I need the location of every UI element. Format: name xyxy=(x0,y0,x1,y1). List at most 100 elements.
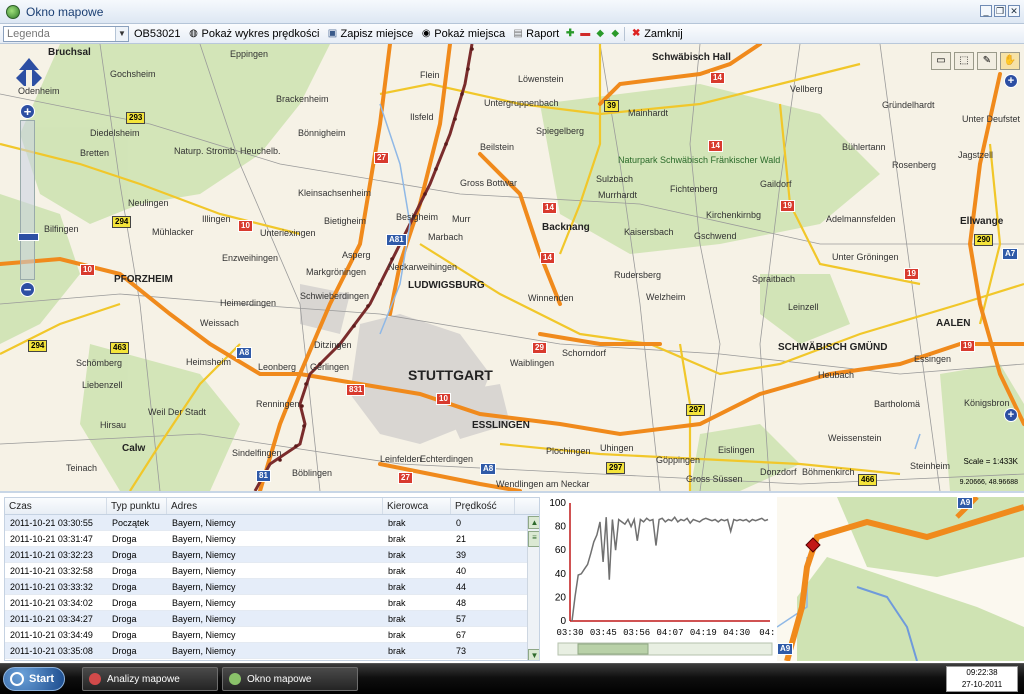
chart-y-tick-label: 60 xyxy=(555,545,567,556)
col-header-point-type[interactable]: Typ punktu xyxy=(107,498,167,514)
vehicle-id-label: OB53021 xyxy=(134,27,181,40)
vehicle-marker-icon[interactable] xyxy=(805,537,821,553)
map-city-label: ESSLINGEN xyxy=(472,420,530,431)
system-clock[interactable]: 09:22:38 27-10-2011 xyxy=(946,666,1018,692)
zoom-slider-thumb[interactable] xyxy=(18,233,39,241)
measure-icon[interactable]: ✎ xyxy=(977,52,997,70)
zoom-out-button[interactable]: − xyxy=(20,282,35,297)
cell-driver: brak xyxy=(388,645,406,656)
table-row[interactable]: 2011-10-21 03:34:49 Droga Bayern, Niemcy br… xyxy=(5,627,539,643)
col-header-speed[interactable]: Prędkość xyxy=(451,498,515,514)
map-town-label: Spiegelberg xyxy=(536,126,585,136)
taskbar-item-map-analysis[interactable]: Analizy mapowe xyxy=(82,667,218,691)
map-town-label: Neckarweihingen xyxy=(388,262,458,272)
map-city-label: Schwäbisch Hall xyxy=(652,52,731,63)
report-button[interactable]: ▤ Raport xyxy=(510,28,561,40)
map-town-label: Fichtenberg xyxy=(670,184,718,194)
cell-address: Bayern, Niemcy xyxy=(172,581,236,592)
cell-address: Bayern, Niemcy xyxy=(172,517,236,528)
map-town-label: Göppingen xyxy=(656,455,701,465)
select-rectangle-icon[interactable]: ▭ xyxy=(931,52,951,70)
table-row[interactable]: 2011-10-21 03:30:55 Początek Bayern, Niemc… xyxy=(5,515,539,531)
table-row[interactable]: 2011-10-21 03:34:27 Droga Bayern, Niemcy br… xyxy=(5,611,539,627)
clock-time: 09:22:38 xyxy=(966,668,998,677)
cell-point-type: Droga xyxy=(112,565,137,576)
scroll-up-icon[interactable]: ▲ xyxy=(528,516,539,529)
map-town-label: Kirchenkirnbg xyxy=(706,210,762,220)
table-scrollbar[interactable]: ▲ ≡ ▼ xyxy=(527,516,539,660)
road-shield: 14 xyxy=(708,140,723,152)
show-places-button[interactable]: ◉ Pokaż miejsca xyxy=(418,28,507,40)
add-icon[interactable]: ✚ xyxy=(564,28,576,40)
map-town-label: Böblingen xyxy=(292,468,333,478)
map-town-label: Donzdorf xyxy=(760,467,797,477)
save-place-button[interactable]: ▣ Zapisz miejsce xyxy=(324,28,415,40)
cell-time: 2011-10-21 03:34:02 xyxy=(10,597,93,608)
map-town-label: Murr xyxy=(452,214,471,224)
scroll-down-icon[interactable]: ▼ xyxy=(528,649,539,660)
app-globe-icon xyxy=(6,4,20,19)
map-town-label: Naturp. Stromb. Heuchelb. xyxy=(174,146,281,156)
road-shield: 10 xyxy=(436,393,451,405)
arrow-left-icon[interactable]: ◆ xyxy=(594,28,606,40)
road-shield: 293 xyxy=(126,112,146,124)
expand-panel-button[interactable]: + xyxy=(1004,408,1018,422)
map-town-label: Flein xyxy=(420,70,440,80)
map-town-label: Neulingen xyxy=(128,198,169,208)
chart-y-tick-label: 100 xyxy=(549,498,566,509)
cell-point-type: Droga xyxy=(112,597,137,608)
map-town-label: Illingen xyxy=(202,214,231,224)
table-row[interactable]: 2011-10-21 03:31:47 Droga Bayern, Niemcy br… xyxy=(5,531,539,547)
start-label: Start xyxy=(29,673,55,685)
col-header-address[interactable]: Adres xyxy=(167,498,383,514)
chart-y-tick-label: 80 xyxy=(555,522,567,533)
expand-panel-button[interactable]: + xyxy=(1004,74,1018,88)
close-button[interactable]: ✖ Zamknij xyxy=(628,28,685,40)
map-town-label: Schwieberdingen xyxy=(300,291,370,301)
select-polygon-icon[interactable]: ⬚ xyxy=(954,52,974,70)
mini-map[interactable]: A9 A9 xyxy=(777,497,1024,661)
zoom-slider[interactable] xyxy=(18,120,39,280)
zoom-in-button[interactable]: + xyxy=(20,104,35,119)
col-header-driver[interactable]: Kierowca xyxy=(383,498,451,514)
chart-scroll-thumb[interactable] xyxy=(577,643,649,655)
road-shield: 14 xyxy=(540,252,555,264)
map-city-label: AALEN xyxy=(936,318,971,329)
table-row[interactable]: 2011-10-21 03:32:23 Droga Bayern, Niemcy br… xyxy=(5,547,539,563)
show-speed-chart-button[interactable]: ◍ Pokaż wykres prędkości xyxy=(185,28,321,40)
road-shield: 294 xyxy=(28,340,48,352)
remove-icon[interactable]: ▬ xyxy=(579,28,591,40)
cell-speed: 0 xyxy=(456,517,462,528)
table-row[interactable]: 2011-10-21 03:33:32 Droga Bayern, Niemcy br… xyxy=(5,579,539,595)
chevron-down-icon: ▼ xyxy=(115,26,128,41)
table-row[interactable]: 2011-10-21 03:34:02 Droga Bayern, Niemcy br… xyxy=(5,595,539,611)
window-title: Okno mapowe xyxy=(26,4,104,19)
map-town-label: Mühlacker xyxy=(152,227,194,237)
col-header-time[interactable]: Czas xyxy=(5,498,107,514)
cell-driver: brak xyxy=(388,517,406,528)
taskbar-item-map-window[interactable]: Okno mapowe xyxy=(222,667,358,691)
cell-time: 2011-10-21 03:32:23 xyxy=(10,549,93,560)
table-row[interactable]: 2011-10-21 03:35:08 Droga Bayern, Niemcy br… xyxy=(5,643,539,659)
minimize-button[interactable]: _ xyxy=(980,5,992,17)
scroll-thumb[interactable]: ≡ xyxy=(528,531,539,547)
taskbar-item-label: Analizy mapowe xyxy=(107,673,180,685)
road-shield: 27 xyxy=(398,472,413,484)
table-row[interactable]: 2011-10-21 03:32:58 Droga Bayern, Niemcy br… xyxy=(5,563,539,579)
map-tools: ▭ ⬚ ✎ ✋ xyxy=(931,52,1020,70)
eye-icon: ◉ xyxy=(421,27,431,39)
restore-button[interactable]: ❐ xyxy=(994,5,1006,17)
hand-pan-icon[interactable]: ✋ xyxy=(1000,52,1020,70)
map-town-label: Weissenstein xyxy=(828,433,882,443)
pan-arrows-icon[interactable] xyxy=(14,56,44,86)
map-town-label: Schorndorf xyxy=(562,348,607,358)
map-town-label: Bartholomä xyxy=(874,399,921,409)
map-town-label: Wendlingen am Neckar xyxy=(496,479,590,489)
map-town-label: Gerlingen xyxy=(310,362,350,372)
map-view[interactable]: Bruchsal Schwäbisch Hall PFORZHEIM Backn… xyxy=(0,44,1024,491)
start-button[interactable]: Start xyxy=(3,667,65,691)
arrow-right-icon[interactable]: ◆ xyxy=(609,28,621,40)
legend-select[interactable]: Legenda ▼ xyxy=(3,25,129,42)
close-window-button[interactable]: ✕ xyxy=(1008,5,1020,17)
map-town-label: Mainhardt xyxy=(628,108,669,118)
